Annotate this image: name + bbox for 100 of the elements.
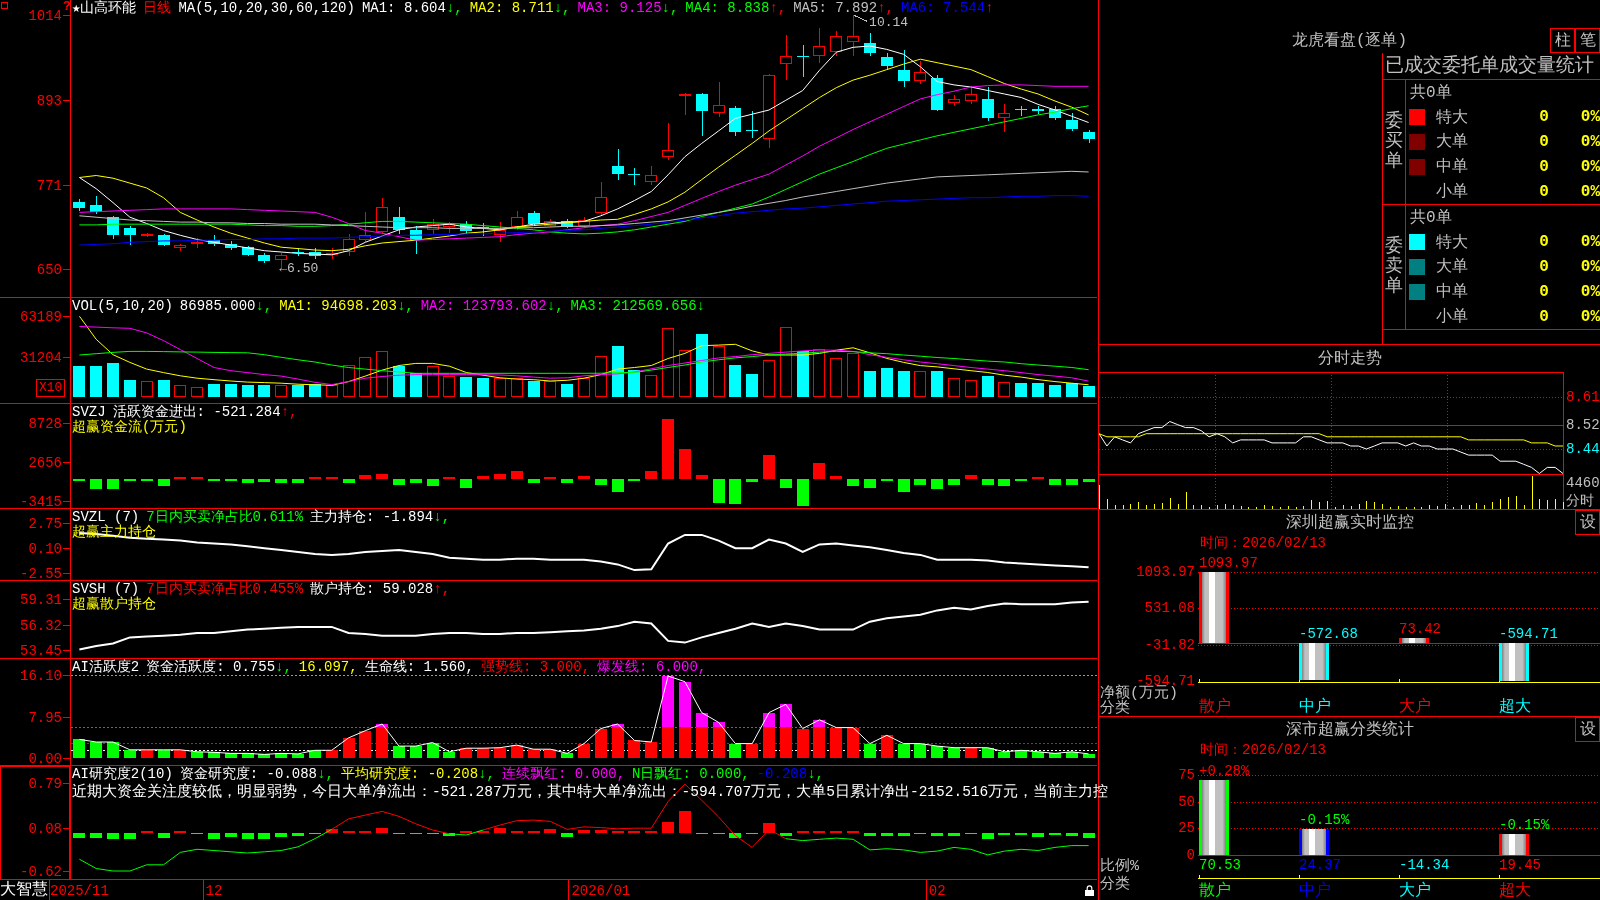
- order-size-label: 特大: [1436, 108, 1468, 127]
- order-size-label: 小单: [1436, 183, 1468, 202]
- category-label: 中户: [1299, 882, 1331, 900]
- axis-label: -0.62: [20, 863, 62, 880]
- axis-title: 比例%: [1100, 857, 1139, 875]
- order-total: 共0单: [1410, 82, 1452, 103]
- date-label: 12: [205, 882, 223, 899]
- legend-entry: 资金研究度: -0.088↓,: [179, 767, 334, 782]
- legend-entry: MA1: 94698.203↓,: [279, 299, 414, 314]
- legend-entry: MA1: 8.604↓,: [361, 1, 463, 16]
- category-label: 散户: [1199, 882, 1231, 900]
- order-count: 0: [1539, 307, 1549, 326]
- legend-entry: MA5: 7.892↑,: [793, 1, 894, 16]
- order-share: 0%: [1580, 133, 1600, 151]
- category-label: 散户: [1199, 698, 1231, 716]
- value-label: 73.42: [1399, 620, 1441, 637]
- axis-label: 2656: [28, 454, 62, 471]
- order-share: 0%: [1580, 233, 1600, 252]
- legend-entry: SVZL (7): [72, 510, 140, 525]
- order-count: 0: [1539, 258, 1549, 276]
- legend-entry: ★山高环能: [72, 1, 137, 16]
- axis-label: 16.10: [20, 667, 62, 684]
- axis-label: 8.61: [1566, 389, 1600, 406]
- panel-title: 深市超赢分类统计: [1285, 719, 1414, 740]
- axis-label: 75: [1178, 767, 1195, 783]
- legend-entry: -0.208↓,: [756, 767, 824, 782]
- legend-entry: 资金活跃度: 0.755↓,: [146, 660, 292, 675]
- axis-label: 650: [36, 261, 62, 278]
- legend-entry: AI活跃度2: [72, 660, 140, 675]
- panel-title: 龙虎看盘(逐单): [1291, 31, 1408, 51]
- panel-title: 深圳超赢实时监控: [1285, 513, 1414, 533]
- order-share: 0%: [1580, 307, 1600, 326]
- legend-entry: MA2: 8.711↓,: [469, 1, 571, 16]
- change-label: -0.15%: [1499, 817, 1550, 834]
- axis-label: -2.55: [20, 565, 62, 581]
- order-count: 0: [1539, 157, 1549, 176]
- value-label: -572.68: [1299, 625, 1358, 642]
- axis-label: -31.82: [1144, 636, 1195, 653]
- axis-label: 56.32: [20, 617, 62, 634]
- axis-label: 50: [1178, 793, 1195, 810]
- legend-entry: MA6: 7.544↑: [901, 1, 994, 16]
- order-size-label: 中单: [1436, 158, 1468, 177]
- legend-entry: MA3: 212569.656↓: [570, 299, 705, 314]
- legend-entry: 连续飘红: 0.000,: [501, 767, 626, 782]
- axis-label: 0.10: [28, 540, 62, 557]
- low-price-label: ←6.50: [279, 261, 319, 277]
- panel-title: 分时走势: [1317, 348, 1382, 369]
- legend-entry: 主力持仓: -1.894↓,: [310, 510, 451, 525]
- order-share: 0%: [1580, 282, 1600, 301]
- order-size-label: 大单: [1436, 258, 1468, 277]
- axis-title: 分时: [1566, 493, 1594, 509]
- axis-label: 0.79: [28, 775, 62, 792]
- order-count: 0: [1539, 282, 1549, 301]
- legend-entry: 86985.000↓,: [179, 299, 273, 314]
- legend-entry: 7日内买卖净占比0.611%: [146, 510, 304, 525]
- date-label: 2026/01: [571, 882, 631, 899]
- order-share: 0%: [1580, 258, 1600, 276]
- date-label: 2025/11: [50, 882, 109, 899]
- order-size-label: 小单: [1436, 308, 1468, 327]
- category-label: 中户: [1299, 698, 1331, 716]
- axis-label: 771: [36, 177, 62, 194]
- category-label: 超大: [1499, 882, 1531, 900]
- order-size-label: 中单: [1436, 283, 1468, 302]
- change-label: +0.28%: [1199, 762, 1250, 779]
- unit-label: X10: [36, 379, 66, 397]
- order-count: 0: [1539, 233, 1549, 252]
- axis-label: 0.00: [28, 750, 62, 766]
- legend-entry: 散户持仓: 59.028↑,: [310, 582, 451, 597]
- legend-entry: SVZJ: [72, 405, 106, 420]
- axis-label: 63189: [20, 308, 62, 325]
- value-label: 19.45: [1499, 857, 1541, 873]
- side-label: 委买单: [1385, 112, 1403, 172]
- value-label: 70.53: [1199, 857, 1241, 873]
- order-count: 0: [1539, 182, 1549, 201]
- legend-entry: AI研究度2(10): [72, 767, 173, 782]
- legend-entry: MA4: 8.838↑,: [685, 1, 787, 16]
- scale-label: 4460: [1566, 475, 1600, 491]
- legend-entry: N日飘红: 0.000,: [632, 767, 750, 782]
- legend-entry: SVSH (7): [72, 582, 140, 597]
- help-mark: ?: [63, 0, 71, 14]
- axis-label: 8.44: [1566, 441, 1600, 457]
- order-share: 0%: [1580, 108, 1600, 127]
- change-label: -0.15%: [1299, 812, 1350, 828]
- timestamp-label: 时间：2026/02/13: [1200, 535, 1326, 551]
- order-size-label: 大单: [1436, 133, 1468, 152]
- legend-entry: 活跃资金进出: -521.284↑,: [112, 405, 298, 420]
- axis-label: 2.75: [28, 515, 62, 532]
- high-price-label: 10.14: [853, 14, 909, 30]
- category-label: 超大: [1499, 698, 1531, 716]
- date-label: 02: [928, 882, 946, 899]
- legend-entry: 16.097,: [298, 660, 358, 675]
- legend-entry: 强势线: 3.000,: [480, 660, 591, 675]
- order-count: 0: [1539, 108, 1549, 127]
- brand-label: 大智慧: [0, 880, 49, 900]
- order-size-label: 特大: [1436, 233, 1468, 252]
- legend-entry: MA2: 123793.602↓,: [420, 299, 564, 314]
- order-count: 0: [1539, 133, 1549, 151]
- axis-label: 59.31: [20, 591, 62, 608]
- axis-label: 31204: [20, 349, 62, 366]
- axis-title: 分类: [1100, 875, 1130, 893]
